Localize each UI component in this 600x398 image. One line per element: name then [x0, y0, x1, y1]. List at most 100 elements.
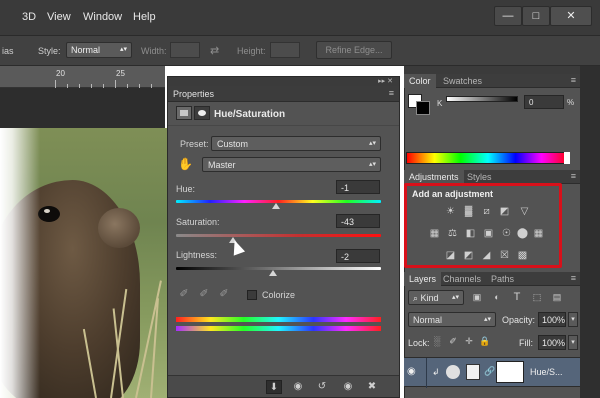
chevron-updown-icon: ▴▾ [368, 140, 376, 147]
saturation-value[interactable]: -43 [336, 214, 380, 228]
ruler-mark-20: 20 [56, 69, 65, 78]
hue-slider-thumb[interactable] [272, 203, 280, 209]
dock-side-strip [580, 66, 600, 398]
ruler-mark-25: 25 [116, 69, 125, 78]
panel-menu-icon[interactable]: ≡ [389, 88, 394, 98]
layer-name[interactable]: Hue/S... [530, 367, 563, 377]
chevron-updown-icon: ▴▾ [483, 316, 491, 323]
hue-label: Hue: [176, 184, 196, 194]
color-spectrum[interactable] [406, 152, 570, 164]
saturation-slider[interactable] [176, 234, 381, 237]
options-bar: ias Style: Normal ▴▾ Width: ⇄ Height: Re… [0, 36, 600, 66]
adjustments-tabbar: Adjustments Styles ≡ [404, 170, 580, 184]
tab-paths[interactable]: Paths [486, 272, 519, 286]
canvas-pasteboard [0, 88, 165, 128]
menu-3d[interactable]: 3D [22, 11, 36, 23]
tab-styles[interactable]: Styles [462, 170, 497, 184]
fill-input[interactable]: 100% [538, 335, 566, 350]
visibility-eye-icon[interactable]: ◉ [407, 366, 416, 377]
hand-icon[interactable]: ✋ [178, 157, 193, 171]
lock-position-icon[interactable]: ✛ [462, 334, 476, 348]
minimize-button[interactable]: — [494, 6, 522, 26]
input-color-bar [176, 317, 381, 322]
opacity-input[interactable]: 100% [538, 312, 566, 327]
filter-kind-select[interactable]: ⌕ Kind ▴▾ [408, 290, 464, 305]
menu-help[interactable]: Help [133, 11, 156, 23]
properties-tab[interactable]: Properties [173, 89, 214, 99]
layer-row-hue-saturation[interactable]: ◉ ↲ 🔗 Hue/S... [404, 357, 580, 388]
panel-menu-icon[interactable]: ≡ [571, 75, 576, 85]
lightness-slider-thumb[interactable] [269, 270, 277, 276]
channel-select[interactable]: Master ▴▾ [202, 157, 381, 172]
preset-label: Preset: [180, 139, 209, 149]
minimize-icon: — [502, 10, 514, 22]
color-tabbar: Color Swatches ≡ [404, 74, 580, 88]
clip-to-layer-icon[interactable]: ⬇ [266, 380, 282, 394]
panel-menu-icon[interactable]: ≡ [571, 273, 576, 283]
height-input[interactable] [270, 42, 300, 58]
lock-all-icon[interactable]: 🔒 [478, 334, 492, 348]
lock-brush-icon[interactable]: ✐ [446, 334, 460, 348]
lock-pixels-icon[interactable]: ░ [430, 334, 444, 348]
preset-select[interactable]: Custom ▴▾ [211, 136, 381, 151]
hue-value[interactable]: -1 [336, 180, 380, 194]
tab-adjustments[interactable]: Adjustments [404, 170, 464, 184]
filter-type-icon[interactable]: T [510, 290, 524, 304]
view-previous-icon[interactable]: ◉ [290, 380, 306, 394]
close-icon: ✕ [566, 10, 576, 22]
refine-edge-button[interactable]: Refine Edge... [316, 41, 392, 59]
blend-mode-value: Normal [413, 315, 443, 325]
eyedropper-minus-icon[interactable]: ✐ [217, 287, 231, 301]
close-button[interactable]: ✕ [550, 6, 592, 26]
k-value[interactable]: 0 [524, 95, 564, 109]
tab-layers[interactable]: Layers [404, 272, 442, 286]
marmot-eye [38, 206, 60, 222]
colorize-label: Colorize [262, 290, 296, 300]
panel-menu-icon[interactable]: ≡ [571, 171, 576, 181]
opacity-dropdown[interactable]: ▾ [568, 312, 578, 327]
saturation-label: Saturation: [176, 217, 220, 227]
filter-adjustment-icon[interactable]: ◐ [490, 290, 504, 304]
tab-swatches[interactable]: Swatches [438, 74, 487, 88]
properties-panel: ▸▸ ✕ Properties ≡ Hue/Saturation Preset:… [167, 76, 400, 398]
colorize-checkbox[interactable] [247, 290, 257, 300]
marmot-snout [98, 208, 140, 248]
tab-color[interactable]: Color [404, 74, 436, 88]
properties-footer: ⬇ ◉ ↺ ◉ ✖ [168, 375, 399, 397]
lightness-label: Lightness: [176, 250, 218, 260]
blend-mode-select[interactable]: Normal ▴▾ [408, 312, 496, 327]
output-color-bar [176, 326, 381, 331]
eyedropper-icon[interactable]: ✐ [177, 287, 191, 301]
layers-tabbar: Layers Channels Paths ≡ [404, 272, 580, 286]
menu-window[interactable]: Window [83, 11, 122, 23]
maximize-button[interactable]: □ [522, 6, 550, 26]
filter-shape-icon[interactable]: ⬚ [530, 290, 544, 304]
filter-smart-icon[interactable]: ▤ [550, 290, 564, 304]
filter-image-icon[interactable]: ▣ [470, 290, 484, 304]
visibility-eye-icon[interactable]: ◉ [340, 380, 356, 394]
style-select-value: Normal [71, 45, 101, 55]
width-input[interactable] [170, 42, 200, 58]
trash-icon[interactable]: ✖ [364, 380, 380, 394]
adjustment-icon[interactable] [176, 106, 192, 120]
lightness-value[interactable]: -2 [336, 249, 380, 263]
document-canvas[interactable] [0, 128, 170, 398]
swap-icon[interactable]: ⇄ [210, 44, 219, 57]
tab-channels[interactable]: Channels [438, 272, 486, 286]
eyedropper-plus-icon[interactable]: ✐ [197, 287, 211, 301]
link-icon[interactable]: 🔗 [484, 366, 495, 377]
k-slider[interactable] [446, 96, 518, 102]
lightness-slider[interactable] [176, 267, 381, 270]
collapse-panel-icon[interactable]: ▸▸ ✕ [378, 77, 393, 85]
adjustments-highlight-box [404, 183, 562, 268]
clip-arrow-icon: ↲ [432, 367, 440, 377]
kind-label: Kind [420, 293, 439, 303]
fill-dropdown[interactable]: ▾ [568, 335, 578, 350]
style-select[interactable]: Normal ▴▾ [66, 42, 132, 58]
reset-icon[interactable]: ↺ [314, 380, 330, 394]
chevron-updown-icon: ▴▾ [368, 161, 376, 168]
background-color-swatch[interactable] [416, 101, 430, 115]
mask-icon[interactable] [194, 106, 210, 120]
layer-mask-thumbnail[interactable] [496, 361, 524, 383]
menu-view[interactable]: View [47, 11, 71, 23]
